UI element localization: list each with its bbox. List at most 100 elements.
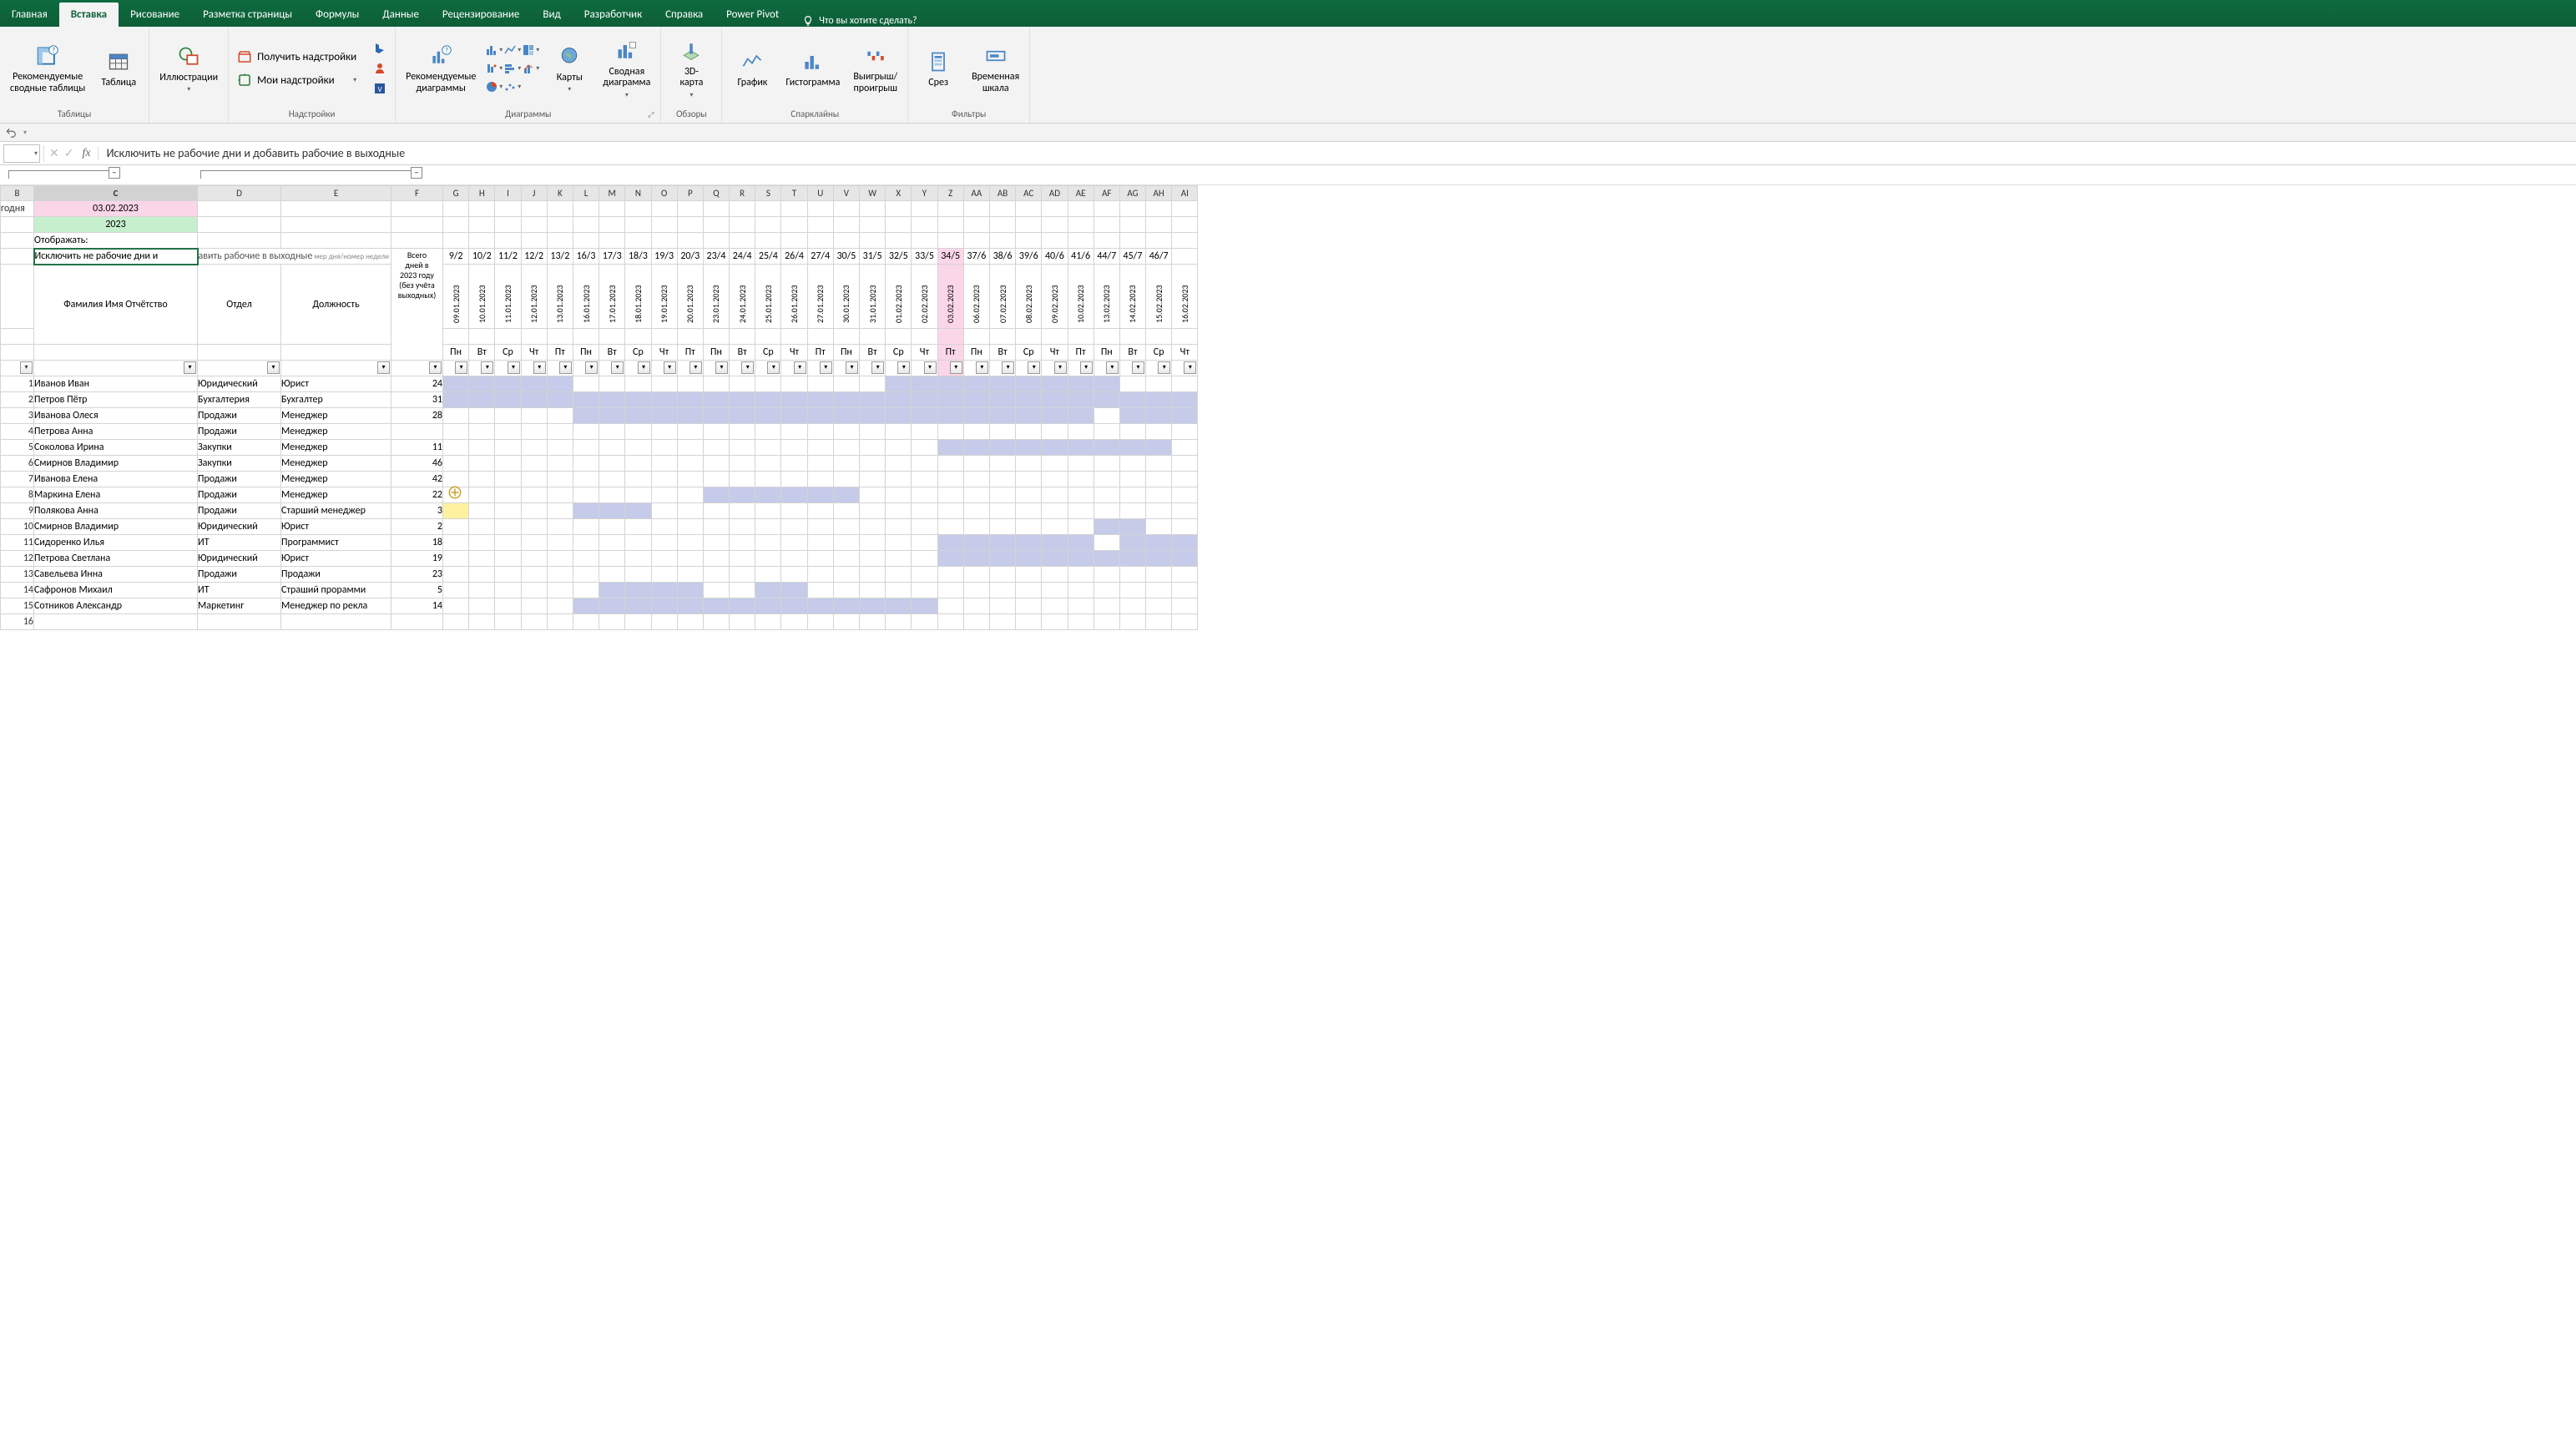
day-cell[interactable] — [730, 376, 755, 392]
fio-cell[interactable]: Петрова Анна — [34, 424, 198, 440]
filter-cell[interactable]: ▾ — [1146, 361, 1172, 376]
day-cell[interactable] — [860, 519, 886, 535]
day-cell[interactable] — [807, 440, 833, 456]
day-cell[interactable] — [807, 614, 833, 630]
weeknum-cell[interactable]: 30/5 — [833, 249, 859, 265]
date-cell[interactable]: 10.01.2023 — [469, 265, 495, 329]
col-header[interactable]: Y — [912, 186, 937, 201]
day-cell[interactable] — [755, 456, 781, 472]
cancel-formula-icon[interactable]: ✕ — [49, 146, 59, 160]
day-cell[interactable] — [521, 472, 547, 487]
bar-chart-button[interactable]: ▾ — [504, 60, 521, 77]
day-cell[interactable] — [573, 376, 599, 392]
cell[interactable] — [1, 217, 34, 233]
filter-button[interactable]: ▾ — [664, 361, 676, 374]
filter-cell[interactable]: ▾ — [912, 361, 937, 376]
day-cell[interactable] — [989, 487, 1015, 503]
filter-button[interactable]: ▾ — [508, 361, 520, 374]
days-cell[interactable] — [391, 614, 443, 630]
day-cell[interactable] — [547, 583, 573, 598]
line-chart-button[interactable]: ▾ — [504, 42, 521, 58]
cell[interactable] — [495, 201, 521, 217]
day-cell[interactable] — [625, 376, 651, 392]
day-cell[interactable] — [547, 440, 573, 456]
day-cell[interactable] — [833, 614, 859, 630]
date-cell[interactable]: 20.01.2023 — [677, 265, 703, 329]
col-header[interactable]: V — [833, 186, 859, 201]
weeknum-cell[interactable]: 39/6 — [1016, 249, 1042, 265]
day-cell[interactable] — [807, 392, 833, 408]
day-cell[interactable] — [521, 376, 547, 392]
dow-cell[interactable]: Чт — [651, 345, 677, 361]
day-cell[interactable] — [469, 567, 495, 583]
col-header[interactable]: H — [469, 186, 495, 201]
day-cell[interactable] — [963, 472, 989, 487]
fio-cell[interactable]: Полякова Анна — [34, 503, 198, 519]
day-cell[interactable] — [1016, 535, 1042, 551]
day-cell[interactable] — [989, 376, 1015, 392]
day-cell[interactable] — [989, 424, 1015, 440]
cell[interactable] — [469, 201, 495, 217]
role-cell[interactable]: Юрист — [281, 376, 391, 392]
day-cell[interactable] — [781, 392, 807, 408]
day-cell[interactable] — [886, 503, 912, 519]
day-cell[interactable] — [937, 535, 963, 551]
day-cell[interactable] — [963, 598, 989, 614]
dow-cell[interactable]: Вт — [860, 345, 886, 361]
day-cell[interactable] — [963, 567, 989, 583]
filter-button[interactable]: ▾ — [559, 361, 572, 374]
day-cell[interactable] — [886, 567, 912, 583]
row-number[interactable]: 12 — [1, 551, 34, 567]
day-cell[interactable] — [1172, 614, 1198, 630]
row-number[interactable]: 10 — [1, 519, 34, 535]
table-button[interactable]: Таблица — [95, 47, 142, 91]
days-cell[interactable]: 42 — [391, 472, 443, 487]
day-cell[interactable] — [912, 551, 937, 567]
cell[interactable]: годня — [1, 201, 34, 217]
day-cell[interactable] — [651, 567, 677, 583]
row-number[interactable]: 3 — [1, 408, 34, 424]
day-cell[interactable] — [1016, 519, 1042, 535]
day-cell[interactable] — [651, 598, 677, 614]
role-cell[interactable]: Менеджер — [281, 487, 391, 503]
day-cell[interactable] — [1068, 487, 1094, 503]
filter-button[interactable]: ▾ — [1106, 361, 1119, 374]
day-cell[interactable] — [1172, 408, 1198, 424]
day-cell[interactable] — [1119, 424, 1145, 440]
date-cell[interactable]: 19.01.2023 — [651, 265, 677, 329]
row-number[interactable]: 11 — [1, 535, 34, 551]
day-cell[interactable] — [651, 583, 677, 598]
day-cell[interactable] — [1068, 598, 1094, 614]
day-cell[interactable] — [625, 392, 651, 408]
date-cell[interactable]: 26.01.2023 — [781, 265, 807, 329]
day-cell[interactable] — [443, 456, 469, 472]
pie-chart-button[interactable]: ▾ — [486, 78, 503, 95]
day-cell[interactable] — [625, 456, 651, 472]
day-cell[interactable] — [989, 583, 1015, 598]
weeknum-cell[interactable]: 34/5 — [937, 249, 963, 265]
day-cell[interactable] — [1146, 376, 1172, 392]
cell[interactable] — [1016, 201, 1042, 217]
day-cell[interactable] — [573, 503, 599, 519]
day-cell[interactable] — [443, 519, 469, 535]
day-cell[interactable] — [730, 392, 755, 408]
show-label-cell[interactable]: Отображать: — [34, 233, 198, 249]
filter-cell[interactable]: ▾ — [755, 361, 781, 376]
day-cell[interactable] — [755, 551, 781, 567]
filter-cell[interactable]: ▾ — [703, 361, 729, 376]
day-cell[interactable] — [1146, 503, 1172, 519]
day-cell[interactable] — [755, 598, 781, 614]
day-cell[interactable] — [599, 598, 625, 614]
day-cell[interactable] — [469, 519, 495, 535]
day-cell[interactable] — [1094, 376, 1119, 392]
day-cell[interactable] — [1119, 614, 1145, 630]
weeknum-cell[interactable]: 16/3 — [573, 249, 599, 265]
day-cell[interactable] — [937, 519, 963, 535]
days-cell[interactable]: 5 — [391, 583, 443, 598]
filter-button[interactable]: ▾ — [820, 361, 832, 374]
dow-cell[interactable]: Чт — [912, 345, 937, 361]
dow-cell[interactable]: Пн — [703, 345, 729, 361]
day-cell[interactable] — [521, 487, 547, 503]
day-cell[interactable] — [443, 424, 469, 440]
day-cell[interactable] — [1068, 424, 1094, 440]
